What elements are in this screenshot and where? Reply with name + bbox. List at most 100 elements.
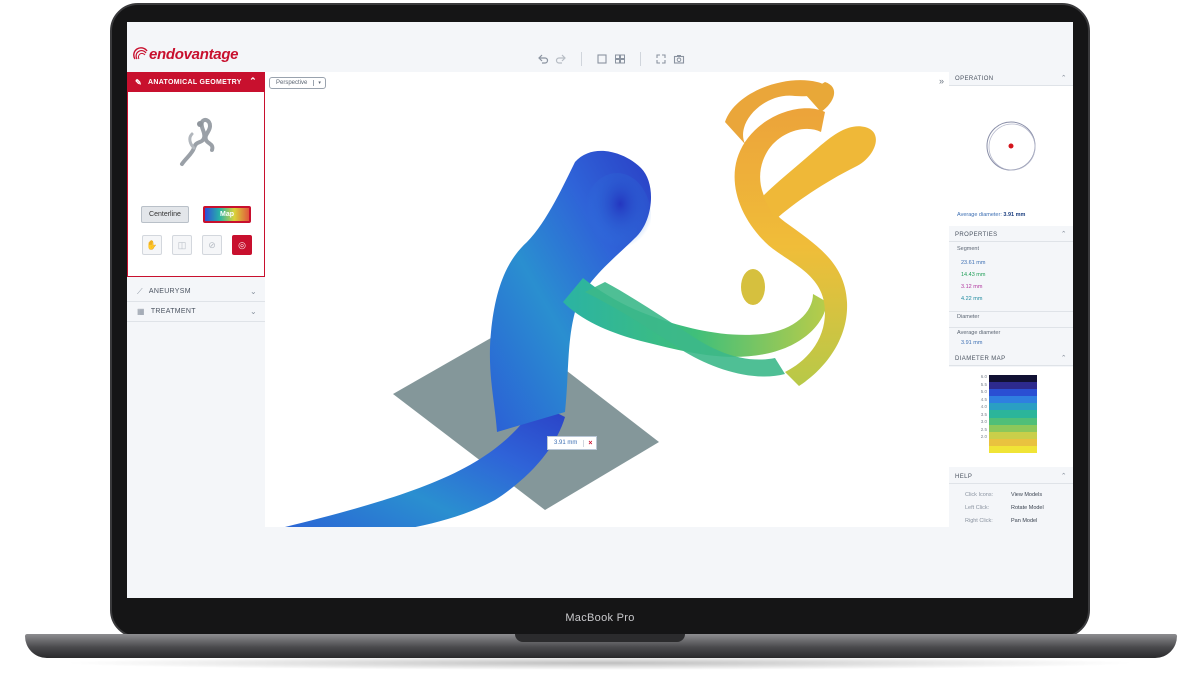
aneurysm-bleb bbox=[741, 269, 765, 305]
color-band bbox=[989, 431, 1037, 439]
device-label: MacBook Pro bbox=[565, 612, 635, 624]
color-band bbox=[989, 375, 1037, 383]
chevron-down-icon: ⌄ bbox=[249, 287, 257, 296]
avg-diameter-label: Average diameter bbox=[949, 327, 1073, 336]
hand-icon: ✋ bbox=[146, 240, 158, 250]
clip-tool-button[interactable]: ◫ bbox=[172, 235, 192, 255]
toolbar-icons bbox=[537, 52, 685, 66]
scale-tick: 6.0 bbox=[980, 374, 987, 379]
app-screen: endovantage ✎ ANATOMICAL GEOMETRY ⌃ Cent… bbox=[127, 22, 1073, 598]
top-bar: endovantage bbox=[127, 22, 1073, 72]
color-band bbox=[989, 396, 1037, 404]
vessel-thumbnail bbox=[180, 117, 215, 166]
collapse-panel-icon[interactable]: » bbox=[939, 76, 944, 86]
vessel-dilated-region bbox=[583, 173, 651, 261]
color-band bbox=[989, 410, 1037, 418]
operation-body: Average diameter: 3.91 mm bbox=[949, 86, 1073, 226]
vessel-3d-render[interactable] bbox=[265, 72, 949, 527]
chevron-up-icon: ⌃ bbox=[1060, 75, 1067, 82]
model-viewport[interactable]: Perspective ▾ 3.91 mm × bbox=[265, 72, 949, 527]
undo-icon[interactable] bbox=[537, 53, 549, 65]
treatment-icon: ▦ bbox=[137, 307, 145, 316]
close-icon[interactable]: × bbox=[583, 439, 596, 447]
scale-tick: 2.0 bbox=[980, 434, 987, 439]
logo-text: endovantage bbox=[149, 46, 239, 63]
measurement-label: 3.91 mm × bbox=[547, 436, 598, 450]
logo-swoosh-icon bbox=[133, 46, 148, 59]
right-panel: » OPERATION ⌃ Average diameter: 3.91 mm … bbox=[939, 72, 1073, 598]
scale-tick: 5.0 bbox=[980, 389, 987, 394]
single-view-icon[interactable] bbox=[596, 53, 608, 65]
ruler-icon: ✎ bbox=[135, 77, 143, 87]
aneurysm-section[interactable]: ⟋ ANEURYSM ⌄ bbox=[127, 282, 265, 302]
chevron-up-icon: ⌃ bbox=[1060, 355, 1067, 362]
operation-title: OPERATION bbox=[955, 75, 994, 82]
aneurysm-title: ANEURYSM bbox=[148, 288, 191, 295]
toolbar-divider bbox=[640, 52, 641, 66]
vessel-branch-segment bbox=[763, 126, 876, 220]
diameter-map-header[interactable]: DIAMETER MAP ⌃ bbox=[949, 352, 1073, 366]
anatomical-geometry-body: Centerline Map ✋ ◫ ⊘ ◎ bbox=[127, 92, 265, 277]
avg-value: 3.91 mm bbox=[1003, 212, 1026, 218]
operation-average-diameter: Average diameter: 3.91 mm bbox=[957, 212, 1025, 218]
chevron-down-icon: ▾ bbox=[313, 80, 325, 86]
color-band bbox=[989, 403, 1037, 411]
diameter-map-ticks: 6.0 5.5 5.0 4.5 4.0 3.5 3.0 2.5 2.0 bbox=[973, 373, 987, 441]
scale-tick: 4.5 bbox=[980, 396, 987, 402]
app-logo: endovantage bbox=[133, 46, 239, 63]
segment-value: 3.12 mm bbox=[961, 284, 983, 290]
diameter-label: Diameter bbox=[949, 311, 1073, 320]
diameter-map-body: 6.0 5.5 5.0 4.5 4.0 3.5 3.0 2.5 2.0 bbox=[949, 367, 1073, 467]
compass-icon: ⊘ bbox=[208, 240, 216, 250]
treatment-section[interactable]: ▦ TREATMENT ⌄ bbox=[127, 302, 265, 322]
fullscreen-icon[interactable] bbox=[655, 53, 667, 65]
color-band bbox=[989, 445, 1037, 454]
redo-icon[interactable] bbox=[555, 53, 567, 65]
hand-tool-button[interactable]: ✋ bbox=[142, 235, 162, 255]
color-band bbox=[989, 424, 1037, 432]
left-panel: ✎ ANATOMICAL GEOMETRY ⌃ Centerline Map ✋… bbox=[127, 72, 265, 598]
avg-diameter-value: 3.91 mm bbox=[961, 340, 983, 346]
help-header[interactable]: HELP ⌃ bbox=[949, 470, 1073, 484]
segment-value: 14.43 mm bbox=[961, 272, 986, 278]
map-button[interactable]: Map bbox=[203, 206, 251, 223]
segment-value: 23.61 mm bbox=[961, 260, 986, 266]
camera-icon[interactable] bbox=[673, 53, 685, 65]
help-key: Click Icons: bbox=[965, 492, 994, 498]
anatomical-geometry-header[interactable]: ✎ ANATOMICAL GEOMETRY ⌃ bbox=[127, 72, 265, 92]
laptop-notch bbox=[515, 634, 685, 642]
scale-tick: 5.5 bbox=[980, 381, 987, 387]
chevron-down-icon: ⌄ bbox=[249, 307, 257, 316]
segment-label: Segment bbox=[957, 246, 980, 252]
help-value: View Models bbox=[1011, 492, 1043, 498]
segment-value: 4.22 mm bbox=[961, 296, 983, 302]
anatomical-geometry-title: ANATOMICAL GEOMETRY bbox=[148, 78, 242, 86]
operation-header[interactable]: OPERATION ⌃ bbox=[949, 72, 1073, 86]
color-band bbox=[989, 417, 1037, 425]
help-value: Rotate Model bbox=[1011, 505, 1044, 511]
aneurysm-icon: ⟋ bbox=[137, 286, 143, 296]
diameter-color-scale bbox=[989, 375, 1037, 454]
help-title: HELP bbox=[955, 473, 973, 480]
chevron-up-icon: ⌃ bbox=[1060, 473, 1067, 480]
compass-tool-button[interactable]: ⊘ bbox=[202, 235, 222, 255]
avg-label: Average diameter: bbox=[957, 212, 1002, 218]
treatment-title: TREATMENT bbox=[150, 308, 196, 315]
chevron-up-icon: ⌃ bbox=[249, 76, 257, 86]
projection-value: Perspective bbox=[276, 80, 308, 86]
color-band bbox=[989, 382, 1037, 390]
scale-tick: 3.5 bbox=[980, 411, 987, 417]
split-view-icon[interactable] bbox=[614, 53, 626, 65]
laptop-shadow bbox=[60, 656, 1140, 670]
scale-tick: 2.5 bbox=[980, 426, 987, 432]
projection-select[interactable]: Perspective ▾ bbox=[269, 77, 326, 89]
help-value: Pan Model bbox=[1011, 518, 1038, 524]
properties-header[interactable]: PROPERTIES ⌃ bbox=[949, 228, 1073, 242]
scale-tick: 4.0 bbox=[980, 404, 987, 409]
help-key: Right Click: bbox=[965, 518, 993, 524]
measure-tool-button[interactable]: ◎ bbox=[232, 235, 252, 255]
chevron-up-icon: ⌃ bbox=[1060, 231, 1067, 238]
centerline-button[interactable]: Centerline bbox=[141, 206, 189, 223]
properties-title: PROPERTIES bbox=[955, 231, 998, 238]
diameter-map-title: DIAMETER MAP bbox=[955, 355, 1006, 362]
